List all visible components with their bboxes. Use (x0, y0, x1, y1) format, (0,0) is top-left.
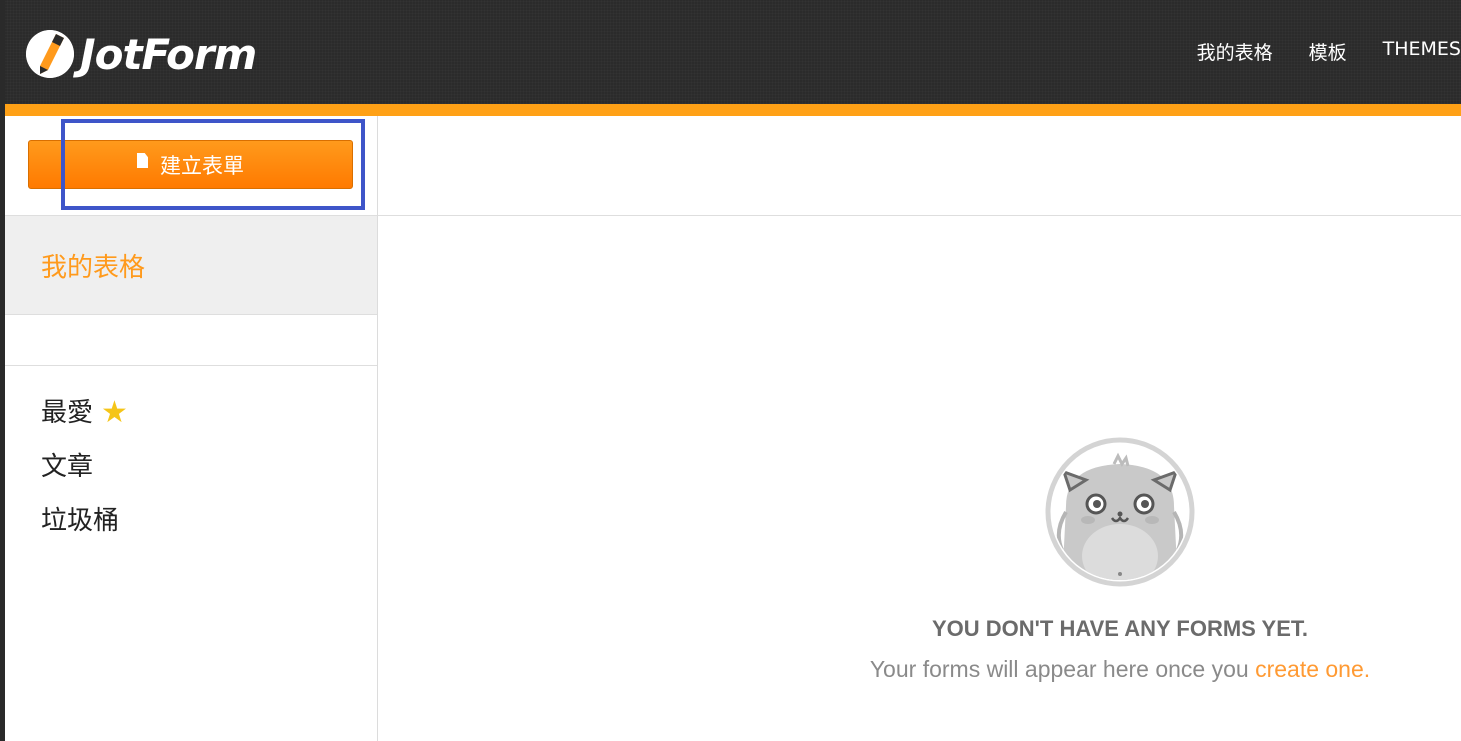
empty-state-title: YOU DON'T HAVE ANY FORMS YET. (931, 616, 1309, 641)
nav-item-themes[interactable]: THEMES (1365, 38, 1461, 65)
folder-label: 文章 (41, 452, 94, 482)
empty-state-subtitle-text: Your forms will appear here once you (869, 656, 1256, 682)
folder-item-articles[interactable]: 文章 (41, 440, 128, 494)
create-form-button[interactable]: 建立表單 (28, 140, 353, 189)
main-toolbar (378, 116, 1461, 216)
top-nav-menu: 我的表格 模板 THEMES (1179, 38, 1461, 65)
folder-item-trash[interactable]: 垃圾桶 (41, 494, 128, 548)
nav-item-my-forms[interactable]: 我的表格 (1179, 38, 1291, 65)
document-icon (137, 153, 148, 168)
logo-text: JotForm (80, 29, 257, 79)
create-one-link[interactable]: create one. (1255, 656, 1370, 682)
cat-mascot-icon (1044, 436, 1196, 588)
create-form-area: 建立表單 (5, 116, 377, 216)
create-form-label: 建立表單 (160, 153, 244, 178)
nav-item-templates[interactable]: 模板 (1291, 38, 1365, 65)
empty-state-subtitle: Your forms will appear here once you cre… (780, 656, 1460, 683)
folder-list: 最愛 ★ 文章 垃圾桶 (41, 386, 128, 548)
star-icon: ★ (101, 395, 128, 430)
sidebar-item-my-forms[interactable]: 我的表格 (5, 216, 377, 315)
sidebar-spacer (5, 315, 377, 366)
jotform-logo[interactable]: JotForm (26, 28, 257, 80)
folder-label: 垃圾桶 (41, 506, 120, 536)
page: JotForm 我的表格 模板 THEMES 建立表單 我的表格 最愛 ★ 文章 (0, 0, 1461, 741)
folder-item-favorites[interactable]: 最愛 ★ (41, 386, 128, 440)
my-forms-label: 我的表格 (41, 252, 146, 283)
jotform-logo-icon (26, 30, 74, 78)
accent-stripe (5, 104, 1461, 116)
top-navigation-bar: JotForm 我的表格 模板 THEMES (0, 0, 1461, 104)
empty-state: YOU DON'T HAVE ANY FORMS YET. Your forms… (780, 436, 1460, 683)
folder-label: 最愛 (41, 398, 94, 428)
sidebar: 建立表單 我的表格 最愛 ★ 文章 垃圾桶 (5, 116, 378, 741)
